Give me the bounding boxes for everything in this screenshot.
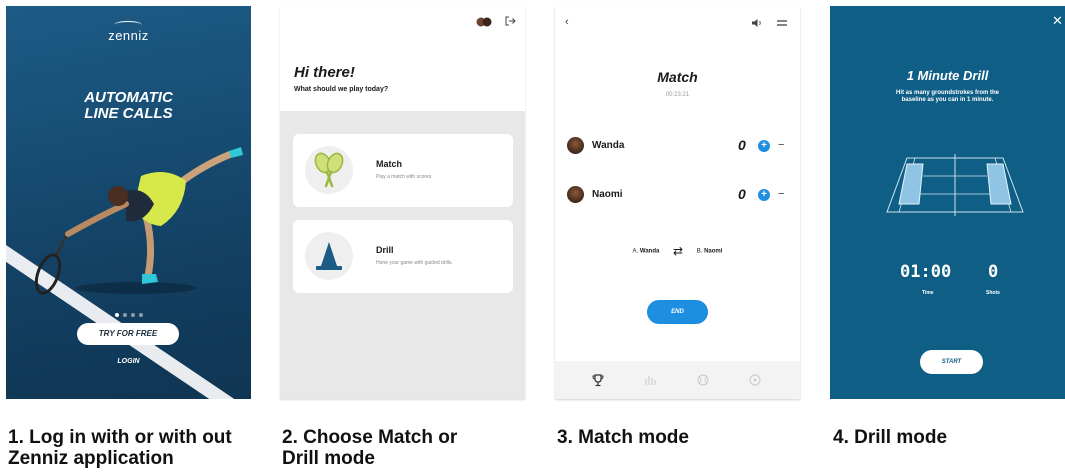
side-a-prefix: A. [632,248,639,255]
headline-line-1: AUTOMATIC [84,89,173,106]
side-b-player: Naomi [704,248,723,255]
players-avatar-icon[interactable] [476,17,492,27]
drill-mode-screen: ✕ 1 Minute Drill Hit as many groundstrok… [830,6,1065,399]
time-value: 01:00 [900,262,952,282]
greeting-subtitle: What should we play today? [294,86,389,93]
side-a-player: Wanda [639,248,660,255]
pager-dot[interactable] [130,313,135,317]
headline: AUTOMATIC LINE CALLS [6,90,251,122]
drill-mode-card[interactable]: Drill Hone your game with guided drills. [293,220,513,293]
pager-dot[interactable] [114,313,119,317]
drill-card-title: Drill [376,245,394,255]
app-logo: zenniz [108,28,149,43]
volume-icon[interactable] [751,18,763,28]
cone-icon [316,242,342,270]
swap-sides-icon[interactable]: ⇄ [673,244,683,258]
try-for-free-button[interactable]: TRY FOR FREE [77,323,179,345]
shots-label: Shots [986,290,1000,296]
pager-dots [6,304,251,322]
bottom-tab-bar [555,361,800,399]
tennis-rackets-icon [314,152,344,188]
match-timer: 00:23:21 [665,92,690,98]
logout-icon[interactable] [504,15,516,27]
add-point-button[interactable]: + [758,140,770,152]
add-point-button[interactable]: + [758,189,770,201]
drill-card-description: Hone your game with guided drills. [376,260,453,266]
choose-mode-screen: Hi there! What should we play today? Mat… [280,6,525,399]
tennis-court-diagram [886,154,1024,216]
match-card-description: Play a match with scores. [376,174,433,180]
player-score: 0 [738,137,746,153]
player-name: Wanda [592,140,625,151]
caption-choose-mode: 2. Choose Match or Drill mode [282,427,458,469]
start-drill-button[interactable]: START [920,350,983,374]
serve-sides: A. Wanda ⇄ B. Naomi [555,244,800,258]
drill-description: Hit as many groundstrokes from the basel… [895,90,1000,103]
caption-login: 1. Log in with or with out Zenniz applic… [8,427,232,469]
login-screen: zenniz AUTOMATIC LINE CALLS TRY FOR FREE… [6,6,251,399]
player-score: 0 [738,186,746,202]
player-avatar [567,137,584,154]
back-chevron-icon[interactable]: ‹ [565,16,569,28]
ball-tab-icon[interactable] [696,373,710,387]
match-mode-screen: ‹ Match 00:23:21 Wanda 0 + − Naomi 0 + −… [555,6,800,399]
end-match-button[interactable]: END [647,300,708,324]
pager-dot[interactable] [138,313,143,317]
stats-tab-icon[interactable] [643,373,657,387]
caption-drill-mode: 4. Drill mode [833,427,948,448]
caption-match-mode: 3. Match mode [557,427,689,448]
match-mode-card[interactable]: Match Play a match with scores. [293,134,513,207]
remove-point-button[interactable]: − [778,188,784,200]
login-link[interactable]: LOGIN [6,358,251,365]
time-label: Time [922,290,934,296]
match-icon-circle [305,146,353,194]
drill-icon-circle [305,232,353,280]
close-icon[interactable]: ✕ [1052,13,1063,29]
player-avatar [567,186,584,203]
shots-value: 0 [988,262,999,282]
play-tab-icon[interactable] [748,373,762,387]
match-card-title: Match [376,159,403,169]
trophy-tab-icon[interactable] [591,373,605,387]
headline-line-2: LINE CALLS [84,105,173,122]
settings-sliders-icon[interactable] [777,19,787,27]
player-row: Wanda 0 + − [567,137,789,155]
remove-point-button[interactable]: − [778,139,784,151]
player-name: Naomi [592,189,623,200]
tennis-player-image [34,147,243,295]
match-title: Match [657,69,698,85]
header-area: Hi there! What should we play today? [280,6,525,111]
drill-title: 1 Minute Drill [906,68,989,83]
pager-dot[interactable] [122,313,127,317]
side-b-prefix: B. [696,248,703,255]
greeting-title: Hi there! [294,64,355,81]
player-row: Naomi 0 + − [567,186,789,204]
